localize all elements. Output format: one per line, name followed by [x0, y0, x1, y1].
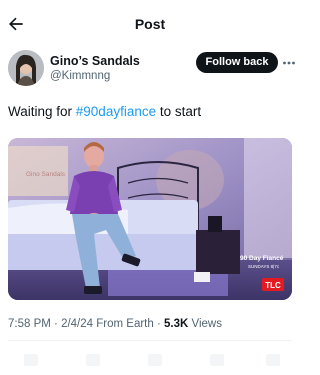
tweet-text-after: to start: [156, 104, 202, 119]
network-logo-text: TLC: [265, 281, 281, 290]
views-label: Views: [191, 318, 222, 330]
repost-icon[interactable]: [86, 354, 100, 366]
display-name[interactable]: Gino’s Sandals: [50, 54, 140, 68]
tweet-date[interactable]: 2/4/24: [61, 318, 93, 330]
user-handle[interactable]: @Kimmnng: [50, 70, 110, 82]
like-icon[interactable]: [148, 354, 162, 366]
action-bar: [8, 350, 292, 370]
hashtag-link[interactable]: #90dayfiance: [76, 104, 156, 119]
schedule-watermark: SUNDAYS 8|7c: [248, 264, 280, 269]
divider: [8, 340, 292, 341]
follow-back-button[interactable]: Follow back: [196, 52, 278, 73]
avatar[interactable]: [8, 50, 44, 86]
tweet-time[interactable]: 7:58 PM: [8, 318, 51, 330]
show-title-watermark: 90 Day Fiancé: [240, 255, 284, 262]
views-count: 5.3K: [164, 318, 189, 330]
top-bar: Post: [0, 0, 300, 48]
page-title: Post: [134, 16, 166, 32]
reply-icon[interactable]: [24, 354, 38, 366]
media-overlay-text: Gino Sandals: [26, 171, 66, 178]
share-icon[interactable]: [266, 354, 280, 366]
author-row: Gino’s Sandals @Kimmnng Follow back: [8, 50, 296, 86]
tweet-source: From Earth: [96, 318, 154, 330]
tweet-text: Waiting for #90dayfiance to start: [8, 104, 201, 119]
tweet-text-before: Waiting for: [8, 104, 76, 119]
bookmark-icon[interactable]: [210, 354, 224, 366]
more-horizontal-icon[interactable]: [282, 56, 296, 70]
tweet-meta: 7:58 PM · 2/4/24 From Earth · 5.3K Views: [8, 318, 222, 330]
tweet-media-image[interactable]: Gino Sandals 90 Day Fiancé SUNDAYS 8|7c …: [8, 138, 292, 300]
